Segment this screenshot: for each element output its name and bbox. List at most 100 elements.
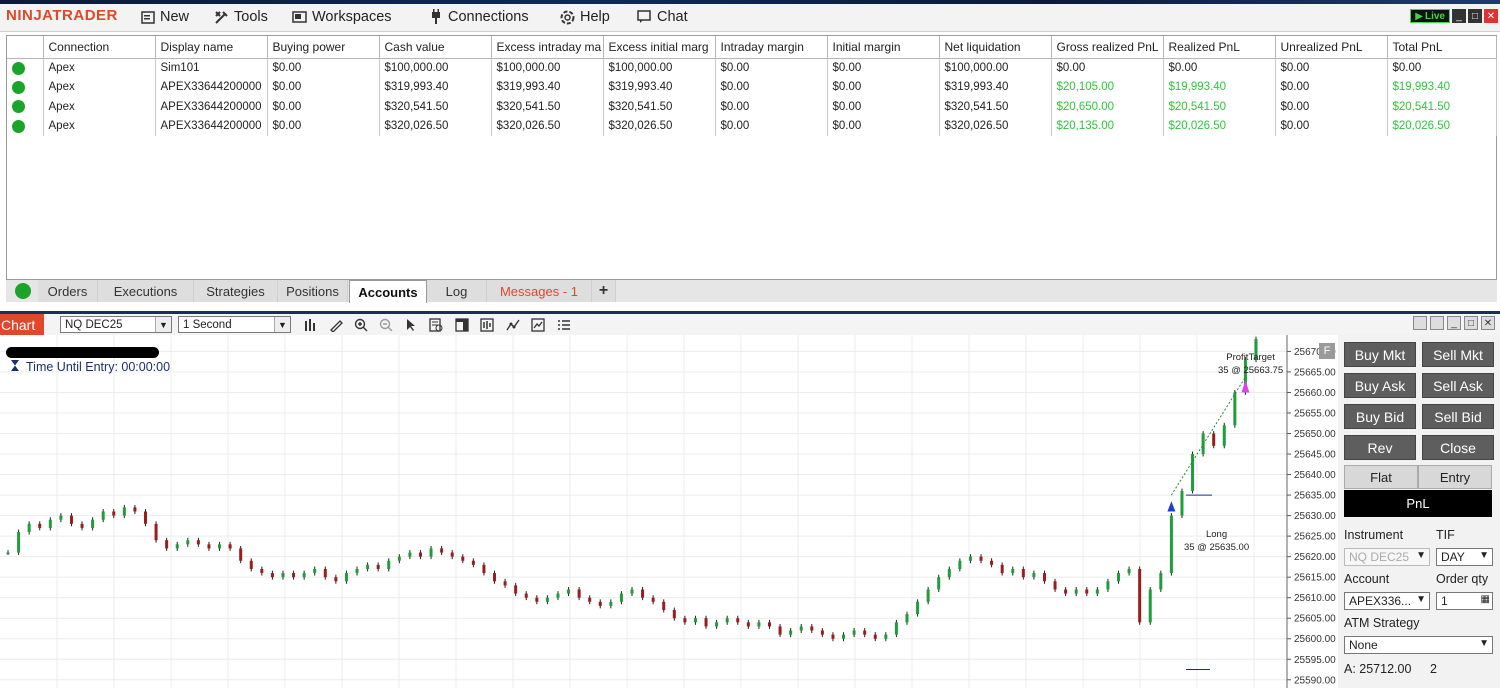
buy-market-button[interactable]: Buy Mkt — [1344, 342, 1416, 367]
col-header[interactable]: Realized PnL — [1163, 36, 1275, 58]
connection-status-icon — [12, 62, 25, 75]
col-header[interactable]: Intraday margin — [715, 36, 827, 58]
close-position-button[interactable]: Close — [1422, 435, 1494, 460]
maximize-icon[interactable]: □ — [1464, 316, 1478, 330]
tab-positions[interactable]: Positions — [278, 280, 348, 302]
tab-messages[interactable]: Messages - 1 — [487, 280, 592, 302]
candle-body — [990, 561, 993, 565]
reverse-button[interactable]: Rev — [1344, 435, 1416, 460]
col-header[interactable]: Initial margin — [827, 36, 939, 58]
table-cell: $319,993.40 — [379, 78, 491, 98]
snap-icon[interactable] — [1413, 316, 1427, 330]
atm-strategy-select[interactable]: None ▼ — [1344, 636, 1493, 654]
tab-accounts[interactable]: Accounts — [349, 280, 427, 303]
maximize-icon[interactable]: □ — [1468, 9, 1482, 23]
col-header[interactable]: Display name — [155, 36, 267, 58]
candle-body — [144, 512, 147, 524]
chart-trader-icon[interactable] — [453, 317, 470, 333]
table-cell: Apex — [43, 58, 155, 78]
candle-body — [905, 614, 908, 622]
price-chart[interactable]: 25670.0025665.0025660.0025655.0025650.00… — [0, 335, 1338, 688]
col-header[interactable]: Total PnL — [1387, 36, 1496, 58]
table-row[interactable]: ApexAPEX33644200000$0.00$319,993.40$319,… — [7, 78, 1496, 98]
candle-body — [1138, 569, 1141, 622]
data-box-icon[interactable] — [427, 317, 444, 333]
long-entry-marker: Long 35 @ 25635.00 — [1184, 528, 1249, 554]
table-row[interactable]: ApexSim101$0.00$100,000.00$100,000.00$10… — [7, 58, 1496, 78]
order-qty-label: Order qty — [1436, 572, 1488, 586]
bar-type-icon[interactable] — [302, 317, 319, 333]
sell-ask-button[interactable]: Sell Ask — [1422, 373, 1494, 398]
col-header[interactable]: Cash value — [379, 36, 491, 58]
tif-select[interactable]: DAY ▼ — [1436, 548, 1493, 566]
candle-body — [800, 626, 803, 630]
instrument-selector[interactable]: NQ DEC25 ▼ — [60, 316, 172, 333]
col-header[interactable]: Excess initial marg — [603, 36, 715, 58]
candle-body — [17, 532, 20, 553]
menu-chat[interactable]: Chat — [637, 7, 688, 27]
col-header[interactable]: Excess intraday ma — [491, 36, 603, 58]
menu-tools[interactable]: Tools — [214, 7, 268, 27]
zoom-out-icon[interactable] — [377, 317, 394, 333]
col-header[interactable]: Unrealized PnL — [1275, 36, 1387, 58]
table-cell: $320,026.50 — [939, 117, 1051, 137]
col-header[interactable]: Gross realized PnL — [1051, 36, 1163, 58]
play-icon: ▶ — [1415, 11, 1423, 22]
menu-connections[interactable]: Connections — [428, 7, 529, 27]
f-button[interactable]: F — [1319, 343, 1335, 359]
trader-instrument-select[interactable]: NQ DEC25 ▼ — [1344, 548, 1430, 566]
price-axis-label: 25615.00 — [1294, 573, 1336, 584]
add-tab-button[interactable]: + — [592, 280, 616, 302]
candle-body — [102, 512, 105, 520]
tab-orders[interactable]: Orders — [38, 280, 98, 302]
strategies-icon[interactable] — [504, 317, 521, 333]
menu-help[interactable]: Help — [560, 7, 610, 27]
table-cell: $0.00 — [715, 117, 827, 137]
candle-body — [440, 548, 443, 552]
zoom-in-icon[interactable] — [352, 317, 369, 333]
candle-body — [250, 561, 253, 569]
order-qty-stepper[interactable]: 1 ▦ — [1436, 592, 1493, 610]
sell-bid-button[interactable]: Sell Bid — [1422, 404, 1494, 429]
col-header[interactable]: Connection — [43, 36, 155, 58]
candle-body — [620, 594, 623, 602]
col-header[interactable]: Net liquidation — [939, 36, 1051, 58]
candle-body — [821, 631, 824, 635]
calculator-icon[interactable]: ▦ — [1481, 594, 1490, 605]
minimize-icon[interactable]: _ — [1452, 9, 1466, 23]
price-axis-label: 25665.00 — [1294, 367, 1336, 378]
close-icon[interactable]: ✕ — [1481, 316, 1495, 330]
buy-ask-button[interactable]: Buy Ask — [1344, 373, 1416, 398]
account-select[interactable]: APEX336... ▼ — [1344, 592, 1430, 610]
table-cell: $0.00 — [267, 58, 379, 78]
table-row[interactable]: ApexAPEX33644200000$0.00$320,541.50$320,… — [7, 97, 1496, 117]
close-icon[interactable]: ✕ — [1484, 9, 1498, 23]
col-header[interactable] — [7, 36, 43, 58]
properties-icon[interactable] — [555, 317, 572, 333]
candle-body — [525, 594, 528, 598]
interval-selector[interactable]: 1 Second ▼ — [178, 316, 291, 333]
candle-body — [1075, 589, 1078, 593]
table-cell: $0.00 — [1051, 58, 1163, 78]
candle-body — [49, 520, 52, 528]
sell-market-button[interactable]: Sell Mkt — [1422, 342, 1494, 367]
pointer-icon[interactable] — [402, 317, 419, 333]
live-indicator[interactable]: ▶ Live — [1410, 9, 1450, 23]
table-row[interactable]: ApexAPEX33644200000$0.00$320,026.50$320,… — [7, 117, 1496, 137]
menu-new[interactable]: New — [140, 7, 189, 27]
indicators-icon[interactable] — [478, 317, 495, 333]
templates-icon[interactable] — [529, 317, 546, 333]
tab-log[interactable]: Log — [427, 280, 487, 302]
status-cell — [7, 97, 43, 117]
snap-icon[interactable] — [1430, 316, 1444, 330]
candle-body — [324, 569, 327, 577]
minimize-icon[interactable]: _ — [1447, 316, 1461, 330]
tab-executions[interactable]: Executions — [98, 280, 194, 302]
drawing-tool-icon[interactable] — [327, 317, 344, 333]
menu-workspaces[interactable]: Workspaces — [292, 7, 392, 27]
tab-strategies[interactable]: Strategies — [194, 280, 278, 302]
buy-bid-button[interactable]: Buy Bid — [1344, 404, 1416, 429]
entry-status: Entry — [1418, 465, 1492, 489]
candle-body — [694, 618, 697, 622]
col-header[interactable]: Buying power — [267, 36, 379, 58]
